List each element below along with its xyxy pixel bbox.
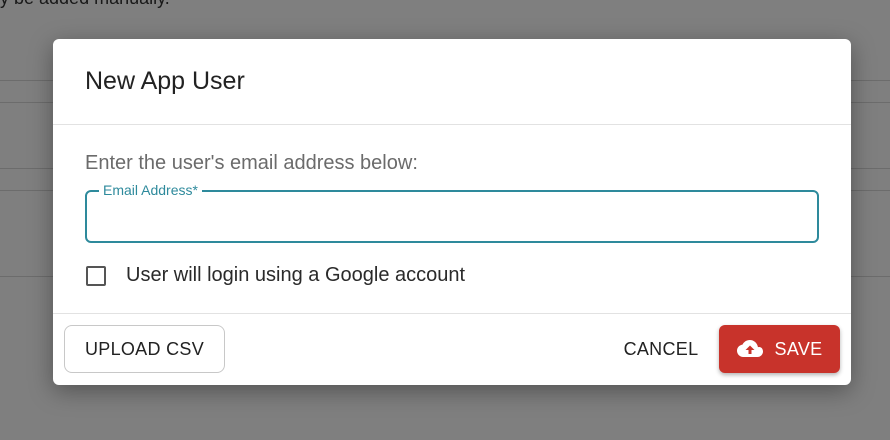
cancel-button[interactable]: CANCEL <box>615 325 707 373</box>
email-field-label: Email Address* <box>99 182 202 198</box>
email-field[interactable] <box>97 200 809 234</box>
dialog-footer: UPLOAD CSV CANCEL SAVE <box>53 314 851 385</box>
cloud-upload-icon <box>736 339 763 359</box>
dialog-header: New App User <box>53 39 851 125</box>
save-button[interactable]: SAVE <box>719 325 840 373</box>
google-account-checkbox[interactable] <box>86 265 106 286</box>
new-app-user-dialog: New App User Enter the user's email addr… <box>53 39 851 385</box>
email-prompt: Enter the user's email address below: <box>85 152 418 174</box>
email-field-container: Email Address* <box>85 182 819 243</box>
upload-csv-button[interactable]: UPLOAD CSV <box>64 325 225 373</box>
dialog-title: New App User <box>85 67 245 95</box>
google-account-checkbox-row[interactable]: User will login using a Google account <box>86 264 465 287</box>
google-account-checkbox-label: User will login using a Google account <box>126 264 466 286</box>
save-button-label: SAVE <box>774 338 823 359</box>
dialog-body: Enter the user's email address below: Em… <box>53 125 851 314</box>
